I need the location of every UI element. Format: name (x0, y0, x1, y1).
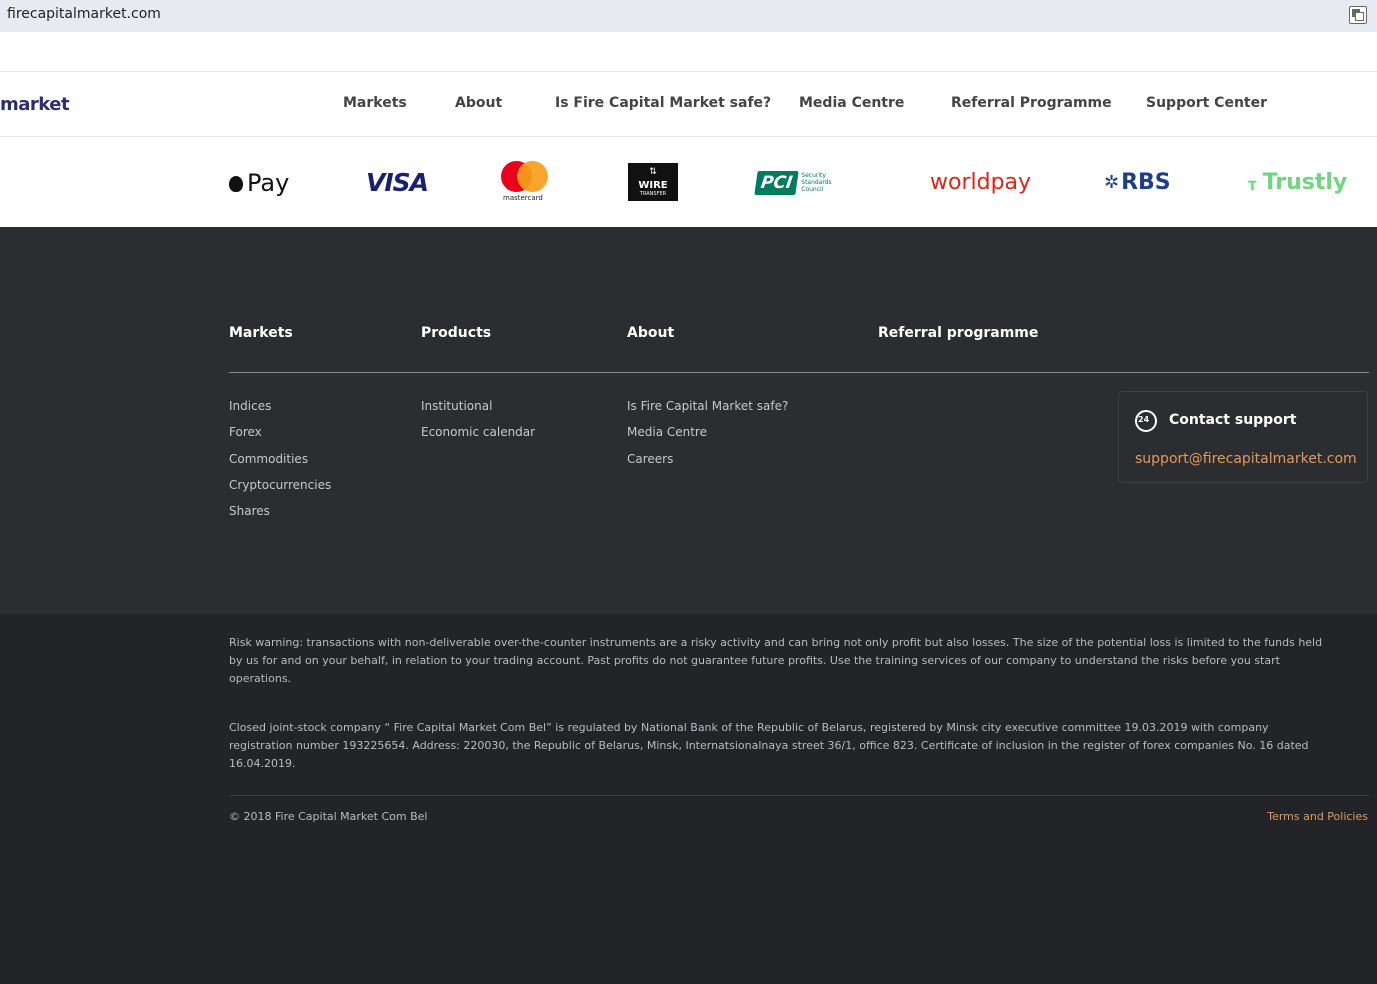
footer-heading-about[interactable]: About (627, 325, 674, 341)
phone-24-badge: 24 (1138, 415, 1150, 424)
mastercard-text: mastercard (503, 194, 543, 202)
nav-media-centre[interactable]: Media Centre (799, 95, 904, 111)
legal-divider (229, 795, 1369, 796)
visa-logo: VISA (366, 168, 429, 197)
rbs-text: RBS (1121, 170, 1171, 195)
footer-link-media-centre[interactable]: Media Centre (627, 425, 707, 439)
main-nav: market Markets About Is Fire Capital Mar… (0, 73, 1377, 137)
pci-mark: PCI (754, 170, 799, 195)
footer-link-forex[interactable]: Forex (229, 425, 262, 439)
footer-link-cryptocurrencies[interactable]: Cryptocurrencies (229, 478, 331, 492)
footer-heading-referral[interactable]: Referral programme (878, 325, 1038, 341)
address-url[interactable]: firecapitalmarket.com (7, 6, 161, 22)
footer-link-safety[interactable]: Is Fire Capital Market safe? (627, 399, 788, 413)
trustly-t-icon: ⲧ (1248, 170, 1257, 195)
footer-divider (229, 372, 1369, 373)
risk-warning: Risk warning: transactions with non-deli… (229, 636, 1323, 685)
nav-support[interactable]: Support Center (1146, 95, 1267, 111)
apple-icon (229, 175, 243, 192)
payment-logos: Pay VISA mastercard ⇅ WIRE TRANSFER PCI … (0, 138, 1377, 227)
footer-heading-products[interactable]: Products (421, 325, 491, 341)
mastercard-orange-circle (517, 161, 548, 192)
copyright: © 2018 Fire Capital Market Com Bel (229, 810, 428, 823)
rbs-daisy-icon: ✲ (1104, 172, 1120, 193)
mastercard-logo: mastercard (501, 138, 551, 227)
site-header: market Markets About Is Fire Capital Mar… (0, 32, 1377, 227)
wire-arrows-icon: ⇅ (649, 167, 657, 177)
nav-about[interactable]: About (455, 95, 502, 111)
pci-logo: PCI Security Standards Council (754, 138, 853, 227)
nav-referral[interactable]: Referral Programme (951, 95, 1112, 111)
wire-text: WIRE (638, 180, 668, 191)
footer-link-careers[interactable]: Careers (627, 452, 673, 466)
wire-transfer-logo: ⇅ WIRE TRANSFER (628, 163, 678, 201)
nav-markets[interactable]: Markets (343, 95, 407, 111)
worldpay-logo: worldpay (930, 170, 1032, 195)
rbs-logo: ✲ RBS (1104, 138, 1171, 227)
site-logo[interactable]: market (0, 94, 70, 115)
transfer-text: TRANSFER (639, 191, 667, 197)
support-email-link[interactable]: support@firecapitalmarket.com (1135, 451, 1357, 467)
browser-address-bar[interactable]: firecapitalmarket.com (0, 0, 1377, 32)
footer-link-institutional[interactable]: Institutional (421, 399, 492, 413)
site-footer: Markets Products About Referral programm… (0, 227, 1377, 614)
contact-support-title: Contact support (1169, 412, 1297, 428)
trustly-text: Trustly (1262, 170, 1348, 195)
pci-subtitle: Security Standards Council (801, 172, 832, 193)
footer-link-commodities[interactable]: Commodities (229, 452, 308, 466)
footer-link-economic-calendar[interactable]: Economic calendar (421, 425, 535, 439)
registration-info: Closed joint-stock company “ Fire Capita… (229, 721, 1309, 770)
footer-link-indices[interactable]: Indices (229, 399, 271, 413)
nav-safety[interactable]: Is Fire Capital Market safe? (555, 95, 771, 111)
contact-support-card: 24 Contact support support@firecapitalma… (1118, 391, 1368, 483)
applepay-logo: Pay (229, 138, 289, 227)
header-top-strip (0, 32, 1377, 72)
translate-icon[interactable] (1349, 6, 1367, 24)
phone-24-icon: 24 (1135, 410, 1157, 432)
legal-section: Risk warning: transactions with non-deli… (0, 614, 1377, 984)
applepay-text: Pay (247, 168, 290, 197)
footer-heading-markets[interactable]: Markets (229, 325, 293, 341)
terms-link[interactable]: Terms and Policies (1267, 810, 1368, 823)
footer-link-shares[interactable]: Shares (229, 504, 270, 518)
trustly-logo: ⲧ Trustly (1248, 138, 1347, 227)
